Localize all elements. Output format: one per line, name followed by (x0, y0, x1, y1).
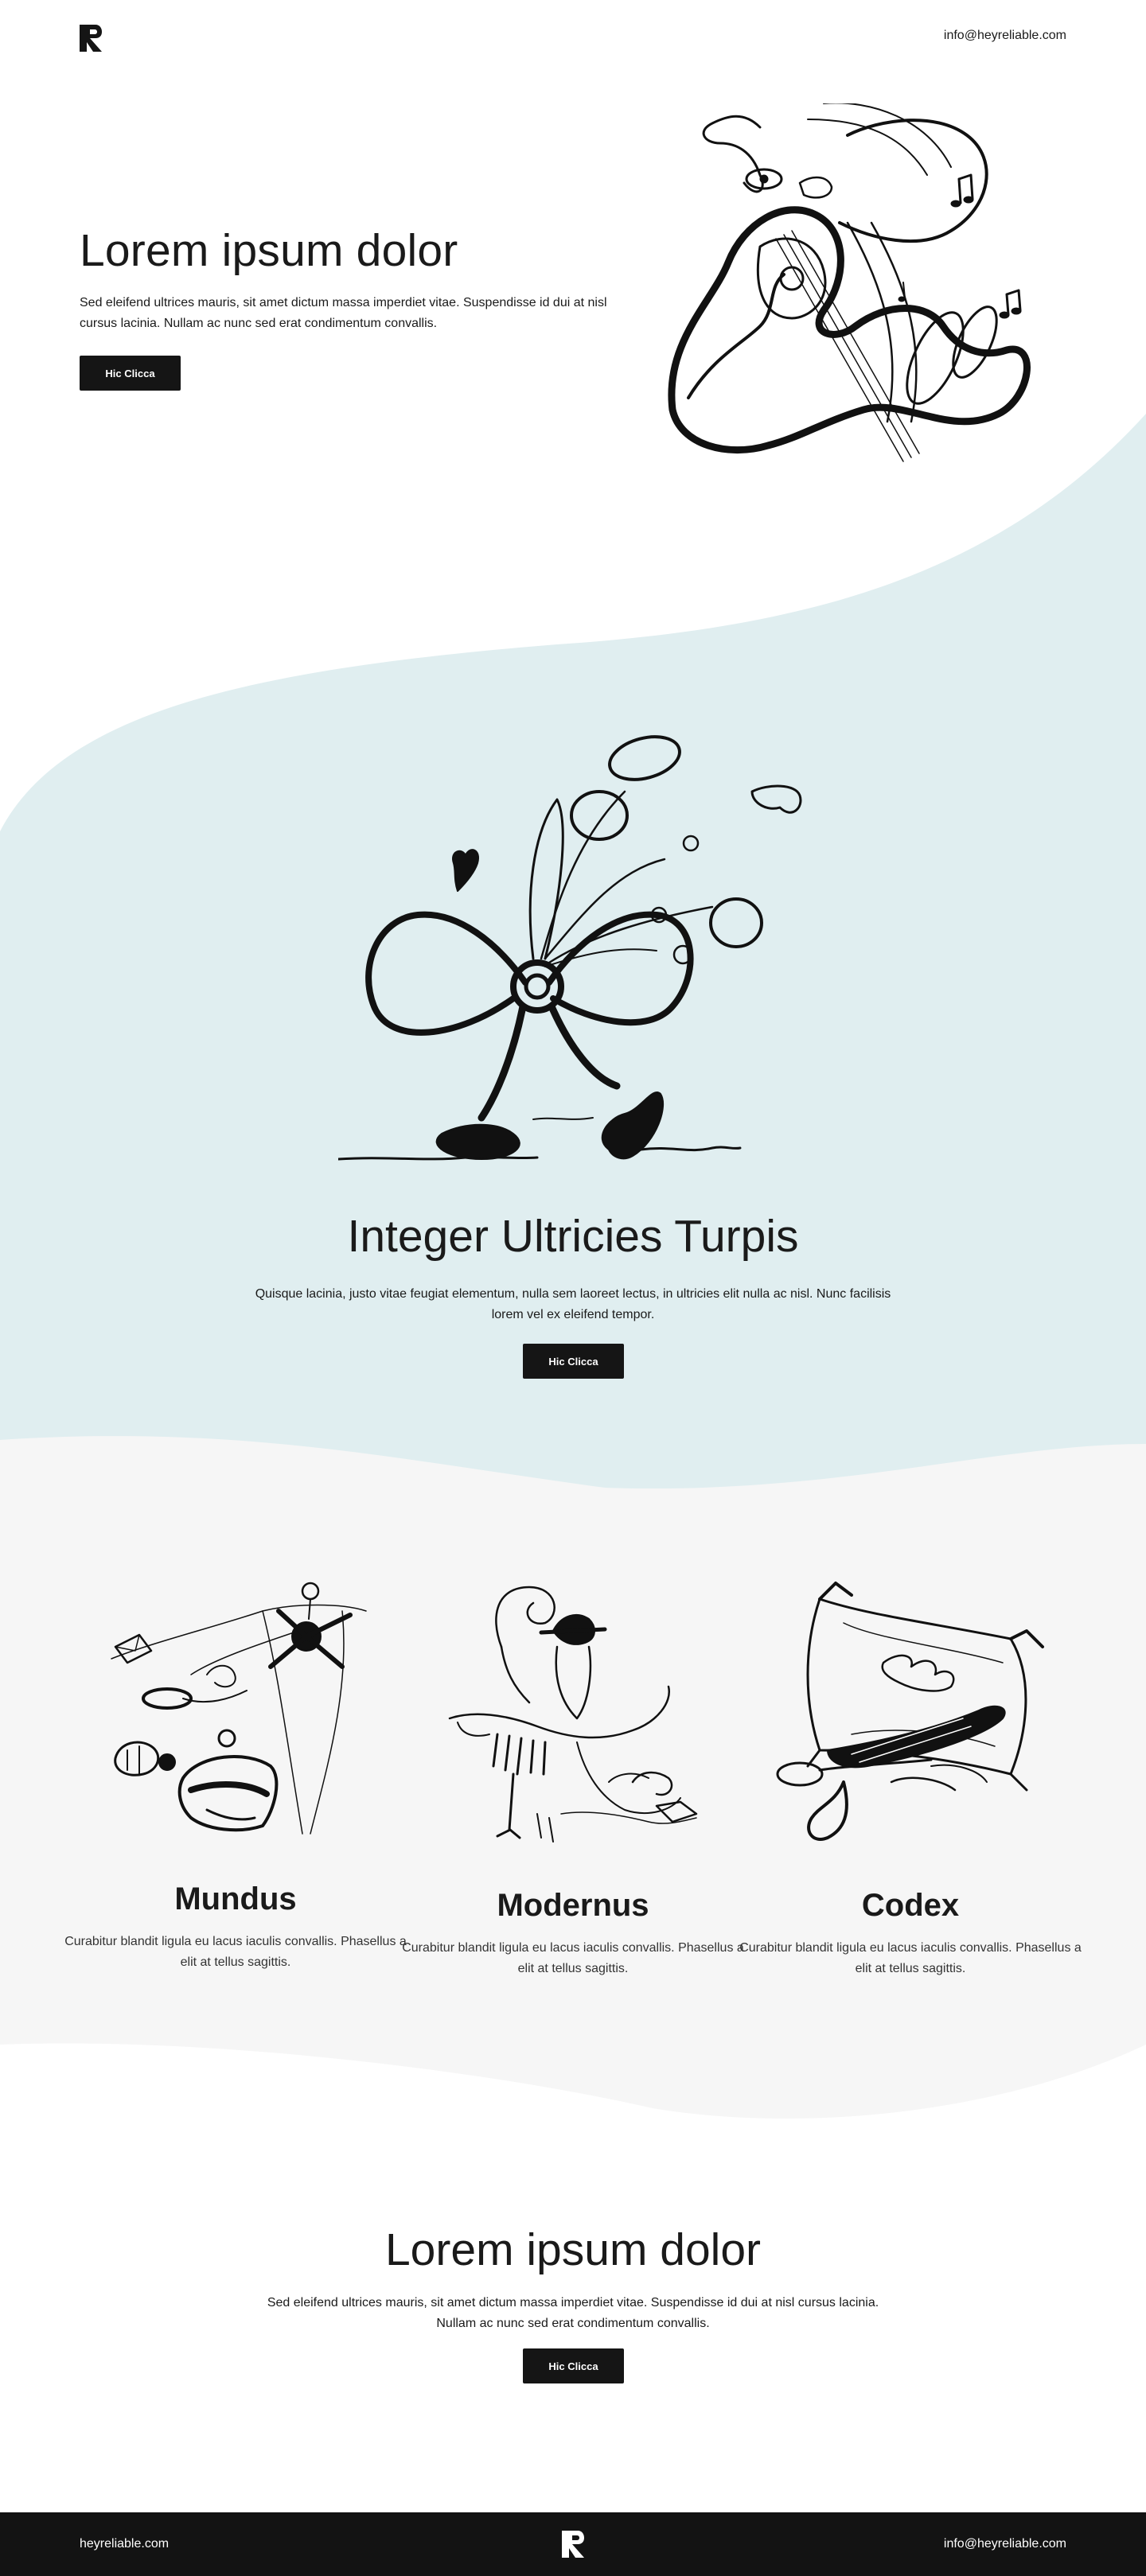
guitar-music-doodle-illustration (665, 103, 1047, 489)
feature-text: Quisque lacinia, justo vitae feugiat ele… (255, 1287, 891, 1321)
cta-text: Sed eleifend ultrices mauris, sit amet d… (267, 2296, 879, 2330)
header-logo[interactable] (80, 25, 102, 52)
header-email-link[interactable]: info@heyreliable.com (944, 29, 1066, 43)
bird-hat-doodle-illustration (442, 1583, 704, 1846)
footer-logo[interactable] (562, 2531, 584, 2558)
column-3-title: Codex (861, 1888, 960, 1923)
cta-button[interactable]: Hic Clicca (523, 2348, 624, 2383)
column-3-text: Curabitur blandit ligula eu lacus iaculi… (739, 1941, 1082, 1975)
world-objects-doodle-illustration (103, 1579, 370, 1842)
reliable-logo-icon (80, 25, 102, 52)
column-2-text: Curabitur blandit ligula eu lacus iaculi… (402, 1941, 744, 1975)
pillow-spoon-doodle-illustration (772, 1575, 1047, 1854)
hero-cta-button[interactable]: Hic Clicca (80, 356, 181, 391)
feature-cta-button[interactable]: Hic Clicca (523, 1344, 624, 1379)
reliable-logo-icon (562, 2531, 584, 2558)
hero-title: Lorem ipsum dolor (80, 225, 458, 276)
walking-bow-doodle-illustration (338, 720, 808, 1165)
footer-email-link[interactable]: info@heyreliable.com (944, 2537, 1066, 2551)
column-2-title: Modernus (497, 1888, 649, 1923)
feature-title: Integer Ultricies Turpis (347, 1211, 799, 1262)
hero-text: Sed eleifend ultrices mauris, sit amet d… (80, 296, 607, 330)
footer: heyreliable.com info@heyreliable.com (0, 2512, 1146, 2576)
footer-site-link[interactable]: heyreliable.com (80, 2537, 169, 2551)
column-1-text: Curabitur blandit ligula eu lacus iaculi… (64, 1935, 407, 1969)
column-1-title: Mundus (174, 1881, 297, 1916)
cta-title: Lorem ipsum dolor (384, 2224, 762, 2275)
